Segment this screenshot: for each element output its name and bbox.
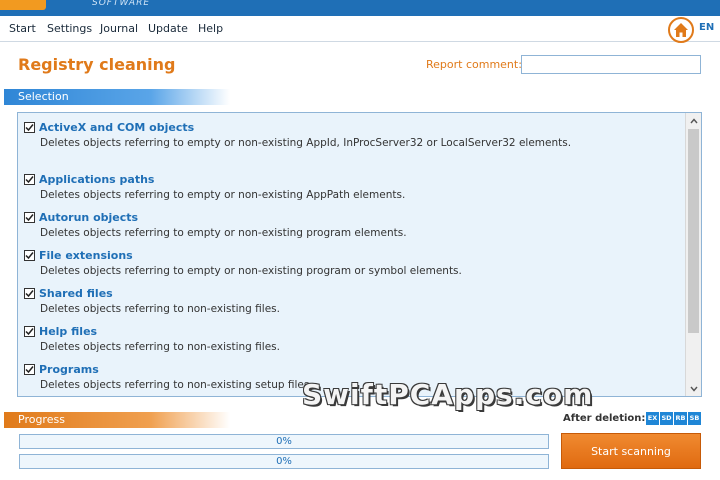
checkbox-programs[interactable] xyxy=(24,363,35,375)
progress-text: 0% xyxy=(276,436,292,447)
item-description: Deletes objects referring to empty or no… xyxy=(40,137,572,149)
item-description: Deletes objects referring to empty or no… xyxy=(40,265,462,277)
list-item-app-paths: Applications paths Deletes objects refer… xyxy=(24,171,679,201)
check-icon xyxy=(25,123,34,131)
selection-list-content: ActiveX and COM objects Deletes objects … xyxy=(18,113,685,396)
watermark-text: SwiftPCApps.com xyxy=(302,378,594,411)
page-title: Registry cleaning xyxy=(18,55,176,74)
scroll-down-button[interactable] xyxy=(686,381,701,396)
selection-section-header: Selection xyxy=(4,89,230,105)
list-scrollbar[interactable] xyxy=(685,113,701,396)
report-comment-label: Report comment: xyxy=(426,58,522,71)
check-icon xyxy=(25,175,34,183)
brand-sub-text: SOFTWARE xyxy=(92,0,151,8)
check-icon xyxy=(25,289,34,297)
item-title[interactable]: Programs xyxy=(39,363,99,376)
item-title[interactable]: File extensions xyxy=(39,249,133,262)
list-item-autorun: Autorun objects Deletes objects referrin… xyxy=(24,209,679,239)
after-deletion-sb-button[interactable]: SB xyxy=(688,412,701,425)
progress-section-header: Progress xyxy=(4,412,230,428)
start-scanning-button[interactable]: Start scanning xyxy=(561,433,701,469)
item-title[interactable]: Autorun objects xyxy=(39,211,138,224)
checkbox-autorun[interactable] xyxy=(24,211,35,223)
progress-bar-secondary: 0% xyxy=(19,454,549,469)
language-selector[interactable]: EN xyxy=(699,22,714,33)
menu-journal[interactable]: Journal xyxy=(100,22,138,35)
home-button[interactable] xyxy=(668,17,694,43)
after-deletion-label: After deletion: xyxy=(563,413,646,424)
after-deletion-sd-button[interactable]: SD xyxy=(660,412,673,425)
list-item-help-files: Help files Deletes objects referring to … xyxy=(24,323,679,353)
menu-help[interactable]: Help xyxy=(198,22,223,35)
check-icon xyxy=(25,213,34,221)
list-item-activex: ActiveX and COM objects Deletes objects … xyxy=(24,119,679,149)
item-description: Deletes objects referring to non-existin… xyxy=(40,341,280,353)
after-deletion-ex-button[interactable]: EX xyxy=(646,412,659,425)
title-bar: SOFTWARE xyxy=(0,0,720,16)
checkbox-app-paths[interactable] xyxy=(24,173,35,185)
scroll-up-button[interactable] xyxy=(686,113,701,128)
item-title[interactable]: Shared files xyxy=(39,287,113,300)
progress-bar-primary: 0% xyxy=(19,434,549,449)
check-icon xyxy=(25,365,34,373)
checkbox-shared-files[interactable] xyxy=(24,287,35,299)
app-logo xyxy=(0,0,46,10)
menu-settings[interactable]: Settings xyxy=(47,22,92,35)
report-comment-input[interactable] xyxy=(521,55,701,74)
scroll-thumb[interactable] xyxy=(688,129,699,333)
item-title[interactable]: ActiveX and COM objects xyxy=(39,121,194,134)
chevron-down-icon xyxy=(689,386,698,392)
menu-update[interactable]: Update xyxy=(148,22,188,35)
progress-text: 0% xyxy=(276,456,292,467)
list-item-shared-files: Shared files Deletes objects referring t… xyxy=(24,285,679,315)
list-item-file-extensions: File extensions Deletes objects referrin… xyxy=(24,247,679,277)
item-description: Deletes objects referring to empty or no… xyxy=(40,189,406,201)
item-title[interactable]: Help files xyxy=(39,325,97,338)
item-description: Deletes objects referring to empty or no… xyxy=(40,227,407,239)
item-title[interactable]: Applications paths xyxy=(39,173,154,186)
selection-list: ActiveX and COM objects Deletes objects … xyxy=(17,112,702,397)
checkbox-activex[interactable] xyxy=(24,121,35,133)
checkbox-file-extensions[interactable] xyxy=(24,249,35,261)
home-icon xyxy=(674,23,688,37)
item-description: Deletes objects referring to non-existin… xyxy=(40,303,280,315)
check-icon xyxy=(25,327,34,335)
after-deletion-rb-button[interactable]: RB xyxy=(674,412,687,425)
chevron-up-icon xyxy=(689,117,698,123)
menu-bar: Start Settings Journal Update Help xyxy=(0,16,720,42)
check-icon xyxy=(25,251,34,259)
menu-start[interactable]: Start xyxy=(9,22,36,35)
checkbox-help-files[interactable] xyxy=(24,325,35,337)
